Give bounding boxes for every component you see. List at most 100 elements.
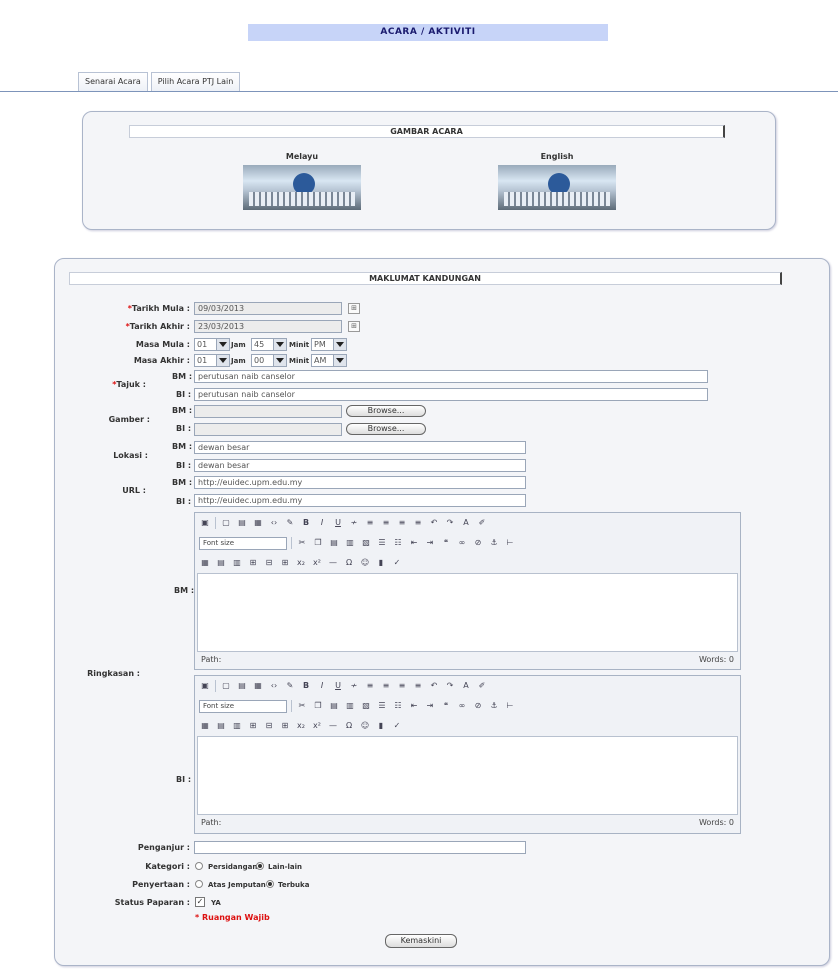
paste-icon[interactable]: ▤ (236, 518, 248, 528)
tajuk-bi-input[interactable]: perutusan naib canselor (194, 388, 708, 401)
align-right-icon[interactable]: ≡ (396, 518, 408, 528)
tajuk-bm-input[interactable]: perutusan naib canselor (194, 370, 708, 383)
align-right-icon[interactable]: ≡ (396, 681, 408, 691)
kemaskini-button[interactable]: Kemaskini (385, 934, 457, 948)
copy-icon[interactable]: ❐ (312, 701, 324, 711)
tarikh-mula-calendar-icon[interactable]: ⊞ (348, 303, 360, 314)
undo-icon[interactable]: ↶ (428, 681, 440, 691)
strikethrough-icon[interactable]: ≁ (348, 681, 360, 691)
insert-row-icon[interactable]: ⊞ (247, 721, 259, 731)
numbered-list-icon[interactable]: ☷ (392, 701, 404, 711)
bullet-list-icon[interactable]: ☰ (376, 701, 388, 711)
gambar-bm-browse-button[interactable]: Browse... (346, 405, 426, 417)
spellcheck-icon[interactable]: ✓ (391, 721, 403, 731)
superscript-icon[interactable]: x² (311, 721, 323, 731)
undo-icon[interactable]: ↶ (428, 518, 440, 528)
gambar-bm-file[interactable] (194, 405, 342, 418)
highlight-color-icon[interactable]: ✐ (476, 518, 488, 528)
masa-akhir-ampm-select[interactable]: AM (311, 354, 347, 367)
bold-icon[interactable]: B (300, 518, 312, 528)
html-icon[interactable]: ‹› (268, 681, 280, 691)
subscript-icon[interactable]: x₂ (295, 721, 307, 731)
tarikh-akhir-calendar-icon[interactable]: ⊞ (348, 321, 360, 332)
italic-icon[interactable]: I (316, 518, 328, 528)
melayu-event-image[interactable] (243, 165, 361, 210)
media-icon[interactable]: ▮ (375, 558, 387, 568)
penyertaan-atas-jemputan-radio[interactable] (195, 880, 203, 888)
link-icon[interactable]: ∞ (456, 538, 468, 548)
font-size-select[interactable]: Font size (199, 536, 287, 550)
insert-col-icon[interactable]: ⊞ (279, 721, 291, 731)
numbered-list-icon[interactable]: ☷ (392, 538, 404, 548)
bold-icon[interactable]: B (300, 681, 312, 691)
cleanup-icon[interactable]: ✎ (284, 518, 296, 528)
penganjur-input[interactable] (194, 841, 526, 854)
cut-icon[interactable]: ✂ (296, 538, 308, 548)
horizontal-rule-icon[interactable]: ⊢ (504, 538, 516, 548)
subscript-icon[interactable]: x₂ (295, 558, 307, 568)
delete-row-icon[interactable]: ⊟ (263, 721, 275, 731)
special-char-icon[interactable]: Ω (343, 558, 355, 568)
gambar-bi-browse-button[interactable]: Browse... (346, 423, 426, 435)
link-icon[interactable]: ∞ (456, 701, 468, 711)
table-icon[interactable]: ▦ (199, 558, 211, 568)
anchor-icon[interactable]: ⚓ (488, 538, 500, 548)
kategori-lain-lain-radio[interactable] (256, 862, 264, 870)
masa-akhir-minit-select[interactable]: 00 (251, 354, 287, 367)
hr-icon[interactable]: — (327, 558, 339, 568)
cut-icon[interactable]: ✂ (296, 701, 308, 711)
paste-icon[interactable]: ▤ (328, 538, 340, 548)
superscript-icon[interactable]: x² (311, 558, 323, 568)
unlink-icon[interactable]: ⊘ (472, 538, 484, 548)
align-left-icon[interactable]: ≡ (364, 518, 376, 528)
unlink-icon[interactable]: ⊘ (472, 701, 484, 711)
paste-word-icon[interactable]: ▧ (360, 538, 372, 548)
horizontal-rule-icon[interactable]: ⊢ (504, 701, 516, 711)
url-bi-input[interactable]: http://euidec.upm.edu.my (194, 494, 526, 507)
insert-col-icon[interactable]: ⊞ (279, 558, 291, 568)
special-char-icon[interactable]: Ω (343, 721, 355, 731)
hr-icon[interactable]: — (327, 721, 339, 731)
cell-props-icon[interactable]: ▥ (231, 558, 243, 568)
paste-icon[interactable]: ▤ (236, 681, 248, 691)
insert-image-icon[interactable]: ▦ (252, 518, 264, 528)
indent-icon[interactable]: ⇥ (424, 701, 436, 711)
lokasi-bi-input[interactable]: dewan besar (194, 459, 526, 472)
copy-icon[interactable]: ❐ (312, 538, 324, 548)
emoticon-icon[interactable]: ☺ (359, 721, 371, 731)
align-left-icon[interactable]: ≡ (364, 681, 376, 691)
align-center-icon[interactable]: ≡ (380, 681, 392, 691)
save-icon[interactable]: ▣ (199, 681, 211, 691)
underline-icon[interactable]: U (332, 681, 344, 691)
redo-icon[interactable]: ↷ (444, 681, 456, 691)
masa-mula-ampm-select[interactable]: PM (311, 338, 347, 351)
penyertaan-terbuka-radio[interactable] (266, 880, 274, 888)
masa-mula-jam-select[interactable]: 01 (194, 338, 230, 351)
url-bm-input[interactable]: http://euidec.upm.edu.my (194, 476, 526, 489)
tab-pilih-acara-ptj-lain[interactable]: Pilih Acara PTJ Lain (150, 72, 241, 91)
html-icon[interactable]: ‹› (268, 518, 280, 528)
row-props-icon[interactable]: ▤ (215, 558, 227, 568)
justify-icon[interactable]: ≡ (412, 518, 424, 528)
italic-icon[interactable]: I (316, 681, 328, 691)
outdent-icon[interactable]: ⇤ (408, 701, 420, 711)
status-paparan-checkbox[interactable]: ✓ (195, 897, 205, 907)
spellcheck-icon[interactable]: ✓ (391, 558, 403, 568)
new-document-icon[interactable]: ▢ (220, 518, 232, 528)
new-document-icon[interactable]: ▢ (220, 681, 232, 691)
media-icon[interactable]: ▮ (375, 721, 387, 731)
ringkasan-bm-textarea[interactable] (197, 573, 738, 652)
anchor-icon[interactable]: ⚓ (488, 701, 500, 711)
redo-icon[interactable]: ↷ (444, 518, 456, 528)
paste-word-icon[interactable]: ▧ (360, 701, 372, 711)
font-size-select[interactable]: Font size (199, 699, 287, 713)
tarikh-akhir-field[interactable]: 23/03/2013 (194, 320, 342, 333)
bullet-list-icon[interactable]: ☰ (376, 538, 388, 548)
gambar-bi-file[interactable] (194, 423, 342, 436)
kategori-persidangan-radio[interactable] (195, 862, 203, 870)
blockquote-icon[interactable]: ❝ (440, 701, 452, 711)
strikethrough-icon[interactable]: ≁ (348, 518, 360, 528)
english-event-image[interactable] (498, 165, 616, 210)
justify-icon[interactable]: ≡ (412, 681, 424, 691)
align-center-icon[interactable]: ≡ (380, 518, 392, 528)
